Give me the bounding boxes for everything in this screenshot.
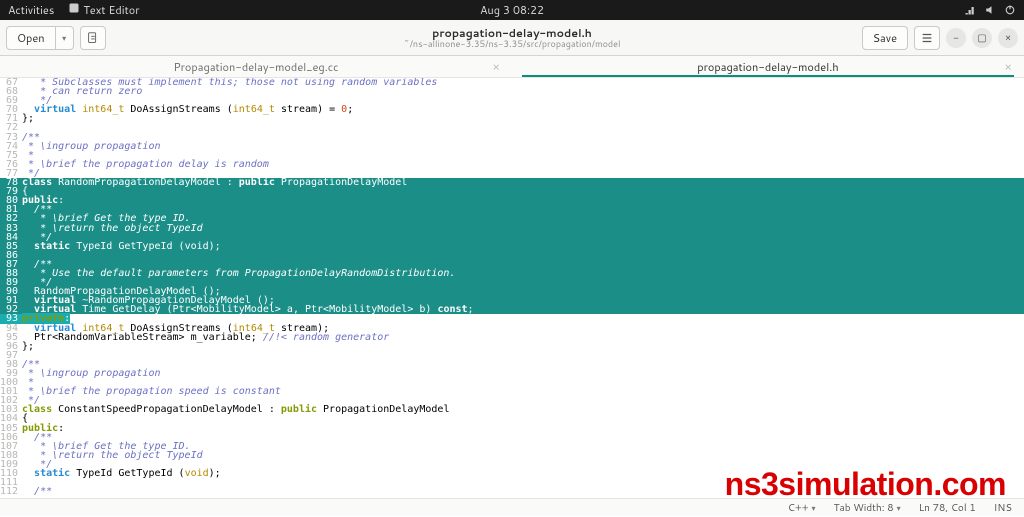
line-content: Ptr<RandomVariableStream> m_variable; //… — [22, 333, 389, 342]
current-app-label: Text Editor — [83, 2, 139, 18]
code-line[interactable]: 92 virtual Time GetDelay (Ptr<MobilityMo… — [0, 305, 1024, 314]
code-line[interactable]: 79{ — [0, 187, 1024, 196]
statusbar: C++▾ Tab Width: 8▾ Ln 78, Col 1 INS — [0, 498, 1024, 516]
code-line[interactable]: 71}; — [0, 114, 1024, 123]
editor[interactable]: 67 * Subclasses must implement this; tho… — [0, 78, 1024, 498]
code-line[interactable]: 85 static TypeId GetTypeId (void); — [0, 242, 1024, 251]
tabwidth-label: Tab Width: 8 — [834, 501, 894, 515]
code-line[interactable]: 110 static TypeId GetTypeId (void); — [0, 469, 1024, 478]
code-line[interactable]: 108 * \return the object TypeId — [0, 451, 1024, 460]
chevron-down-icon: ▾ — [812, 502, 816, 514]
line-content: * \ingroup propagation — [22, 142, 160, 151]
language-label: C++ — [788, 501, 809, 515]
line-content: * \ingroup propagation — [22, 369, 160, 378]
maximize-icon: ▢ — [977, 31, 986, 45]
line-content: class ConstantSpeedPropagationDelayModel… — [22, 405, 449, 414]
code-line[interactable]: 101 * \brief the propagation speed is co… — [0, 387, 1024, 396]
save-button[interactable]: Save — [862, 26, 908, 50]
open-button[interactable]: Open — [6, 26, 56, 50]
cursor-position-label: Ln 78, Col 1 — [919, 501, 976, 515]
close-icon: × — [1005, 31, 1011, 45]
text-editor-icon — [68, 2, 80, 14]
minimize-icon: − — [953, 31, 959, 45]
line-content: * \brief the propagation delay is random — [22, 160, 269, 169]
language-selector[interactable]: C++▾ — [788, 501, 816, 515]
insert-mode-label: INS — [994, 501, 1012, 515]
code-line[interactable]: 103class ConstantSpeedPropagationDelayMo… — [0, 405, 1024, 414]
code-line[interactable]: 112 /** — [0, 487, 1024, 496]
volume-icon[interactable] — [984, 4, 996, 16]
code-line[interactable]: 86 — [0, 251, 1024, 260]
line-content: /** — [22, 487, 52, 496]
line-content: virtual int64_t DoAssignStreams (int64_t… — [22, 105, 353, 114]
tab-0[interactable]: Propagation-delay-model_eg.cc × — [0, 56, 512, 77]
code-line[interactable]: 70 virtual int64_t DoAssignStreams (int6… — [0, 105, 1024, 114]
code-line[interactable]: 68 * can return zero — [0, 87, 1024, 96]
new-document-icon — [86, 31, 100, 45]
line-content: virtual Time GetDelay (Ptr<MobilityModel… — [22, 305, 474, 314]
code-line[interactable]: 78class RandomPropagationDelayModel : pu… — [0, 178, 1024, 187]
window-subtitle: ~/ns-allinone-3.35/ns-3.35/src/propagati… — [404, 39, 621, 49]
code-line[interactable]: 97 — [0, 351, 1024, 360]
chevron-down-icon: ▾ — [62, 32, 66, 44]
open-button-label: Open — [17, 30, 45, 46]
code-line[interactable]: 104{ — [0, 414, 1024, 423]
code-line[interactable]: 83 * \return the object TypeId — [0, 224, 1024, 233]
clock[interactable]: Aug 3 08:22 — [480, 2, 544, 18]
insert-mode[interactable]: INS — [994, 501, 1012, 515]
line-content: static TypeId GetTypeId (void); — [22, 242, 221, 251]
code-line[interactable]: 76 * \brief the propagation delay is ran… — [0, 160, 1024, 169]
code-line[interactable]: 80public: — [0, 196, 1024, 205]
power-icon[interactable] — [1004, 4, 1016, 16]
gnome-topbar: Activities Text Editor Aug 3 08:22 — [0, 0, 1024, 20]
line-content: static TypeId GetTypeId (void); — [22, 469, 221, 478]
code-line[interactable]: 67 * Subclasses must implement this; tho… — [0, 78, 1024, 87]
tab-close-icon[interactable]: × — [492, 58, 500, 75]
tabstrip: Propagation-delay-model_eg.cc×propagatio… — [0, 56, 1024, 78]
line-content: class RandomPropagationDelayModel : publ… — [22, 178, 407, 187]
tab-close-icon[interactable]: × — [1004, 58, 1012, 75]
code-line[interactable]: 95 Ptr<RandomVariableStream> m_variable;… — [0, 333, 1024, 342]
code-line[interactable]: 74 * \ingroup propagation — [0, 142, 1024, 151]
line-content: * \brief the propagation speed is consta… — [22, 387, 281, 396]
tab-1[interactable]: propagation-delay-model.h × — [512, 56, 1024, 77]
code-line[interactable]: 105public: — [0, 424, 1024, 433]
open-recent-dropdown[interactable]: ▾ — [56, 26, 74, 50]
hamburger-menu-button[interactable] — [914, 26, 940, 50]
tab-label: propagation-delay-model.h — [697, 59, 838, 75]
code-line[interactable]: 96}; — [0, 342, 1024, 351]
code-line[interactable]: 99 * \ingroup propagation — [0, 369, 1024, 378]
new-tab-button[interactable] — [80, 26, 106, 50]
save-button-label: Save — [873, 30, 897, 46]
line-number: 112 — [0, 487, 22, 496]
hamburger-icon — [920, 31, 934, 45]
current-app[interactable]: Text Editor — [68, 2, 139, 18]
code-line[interactable]: 111 — [0, 478, 1024, 487]
cursor-position: Ln 78, Col 1 — [919, 501, 976, 515]
headerbar: Open ▾ propagation-delay-model.h ~/ns-al… — [0, 20, 1024, 56]
chevron-down-icon: ▾ — [897, 502, 901, 514]
line-content: * Use the default parameters from Propag… — [22, 269, 455, 278]
network-icon[interactable] — [964, 4, 976, 16]
minimize-button[interactable]: − — [946, 28, 966, 48]
tabwidth-selector[interactable]: Tab Width: 8▾ — [834, 501, 901, 515]
code-line[interactable]: 72 — [0, 123, 1024, 132]
code-line[interactable]: 88 * Use the default parameters from Pro… — [0, 269, 1024, 278]
tab-label: Propagation-delay-model_eg.cc — [173, 59, 338, 75]
maximize-button[interactable]: ▢ — [972, 28, 992, 48]
activities-button[interactable]: Activities — [8, 2, 54, 18]
close-button[interactable]: × — [998, 28, 1018, 48]
